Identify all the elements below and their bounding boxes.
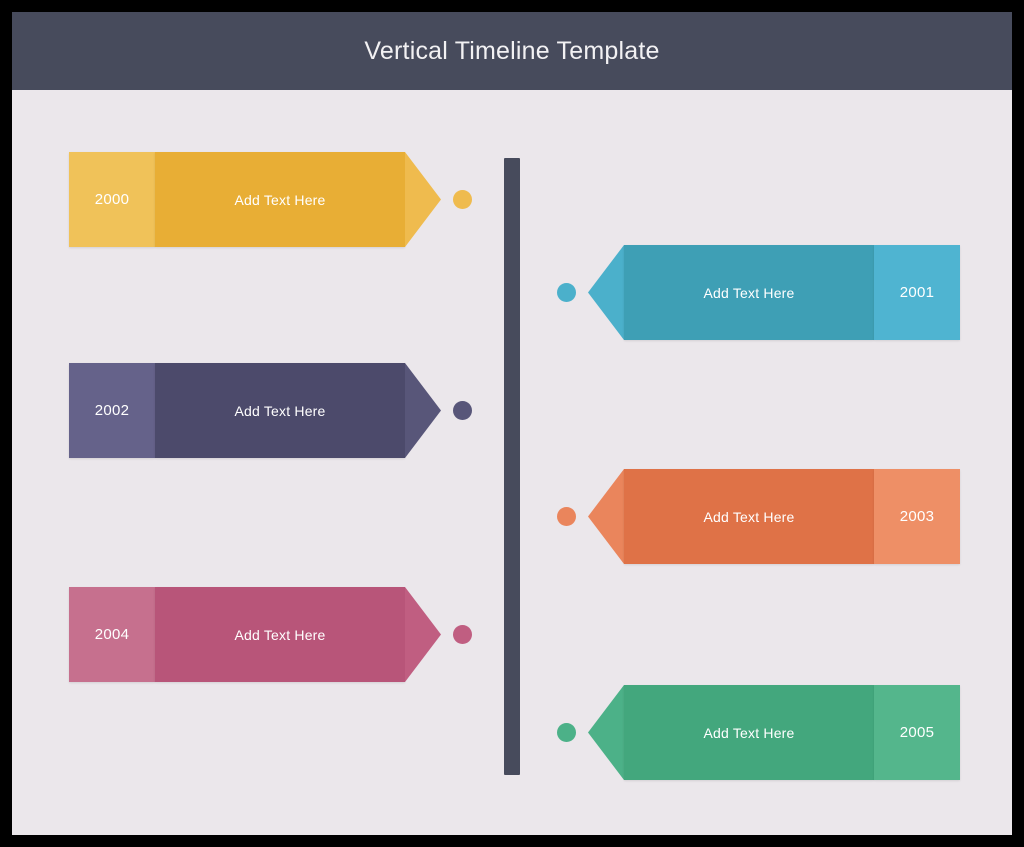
year-label: 2003 [899, 508, 935, 525]
text-block-2000[interactable]: Add Text Here [155, 152, 405, 247]
text-block-2001[interactable]: Add Text Here [624, 245, 874, 340]
slide-canvas: Vertical Timeline Template 2000 Add Text… [12, 12, 1012, 835]
arrow-left-icon-2005 [588, 685, 624, 780]
timeline-row-2003[interactable]: 2003 Add Text Here [557, 469, 960, 564]
text-label: Add Text Here [703, 284, 795, 301]
text-block-2004[interactable]: Add Text Here [155, 587, 405, 682]
timeline-board: 2000 Add Text Here 2001 Add Text Here 20… [12, 90, 1012, 835]
arrow-right-icon-2004 [405, 587, 441, 682]
timeline-dot-2002[interactable] [453, 401, 472, 420]
timeline-dot-2003[interactable] [557, 507, 576, 526]
text-block-2003[interactable]: Add Text Here [624, 469, 874, 564]
year-block-2000[interactable]: 2000 [69, 152, 155, 247]
text-label: Add Text Here [703, 508, 795, 525]
arrow-right-icon-2000 [405, 152, 441, 247]
year-label: 2002 [94, 402, 130, 419]
timeline-dot-2005[interactable] [557, 723, 576, 742]
text-label: Add Text Here [703, 724, 795, 741]
arrow-left-icon-2003 [588, 469, 624, 564]
page-title: Vertical Timeline Template [364, 36, 660, 65]
text-label: Add Text Here [234, 402, 326, 419]
arrow-right-icon-2002 [405, 363, 441, 458]
year-block-2002[interactable]: 2002 [69, 363, 155, 458]
text-label: Add Text Here [234, 191, 326, 208]
timeline-row-2002[interactable]: 2002 Add Text Here [69, 363, 472, 458]
timeline-row-2001[interactable]: 2001 Add Text Here [557, 245, 960, 340]
vertical-timeline-axis [504, 158, 520, 775]
year-block-2001[interactable]: 2001 [874, 245, 960, 340]
slide-header: Vertical Timeline Template [12, 12, 1012, 90]
timeline-row-2000[interactable]: 2000 Add Text Here [69, 152, 472, 247]
timeline-row-2004[interactable]: 2004 Add Text Here [69, 587, 472, 682]
timeline-dot-2001[interactable] [557, 283, 576, 302]
timeline-dot-2004[interactable] [453, 625, 472, 644]
year-label: 2005 [899, 724, 935, 741]
text-block-2005[interactable]: Add Text Here [624, 685, 874, 780]
text-label: Add Text Here [234, 626, 326, 643]
arrow-left-icon-2001 [588, 245, 624, 340]
year-block-2004[interactable]: 2004 [69, 587, 155, 682]
text-block-2002[interactable]: Add Text Here [155, 363, 405, 458]
timeline-row-2005[interactable]: 2005 Add Text Here [557, 685, 960, 780]
year-block-2003[interactable]: 2003 [874, 469, 960, 564]
timeline-dot-2000[interactable] [453, 190, 472, 209]
year-label: 2004 [94, 626, 130, 643]
year-label: 2000 [94, 191, 130, 208]
year-label: 2001 [899, 284, 935, 301]
year-block-2005[interactable]: 2005 [874, 685, 960, 780]
